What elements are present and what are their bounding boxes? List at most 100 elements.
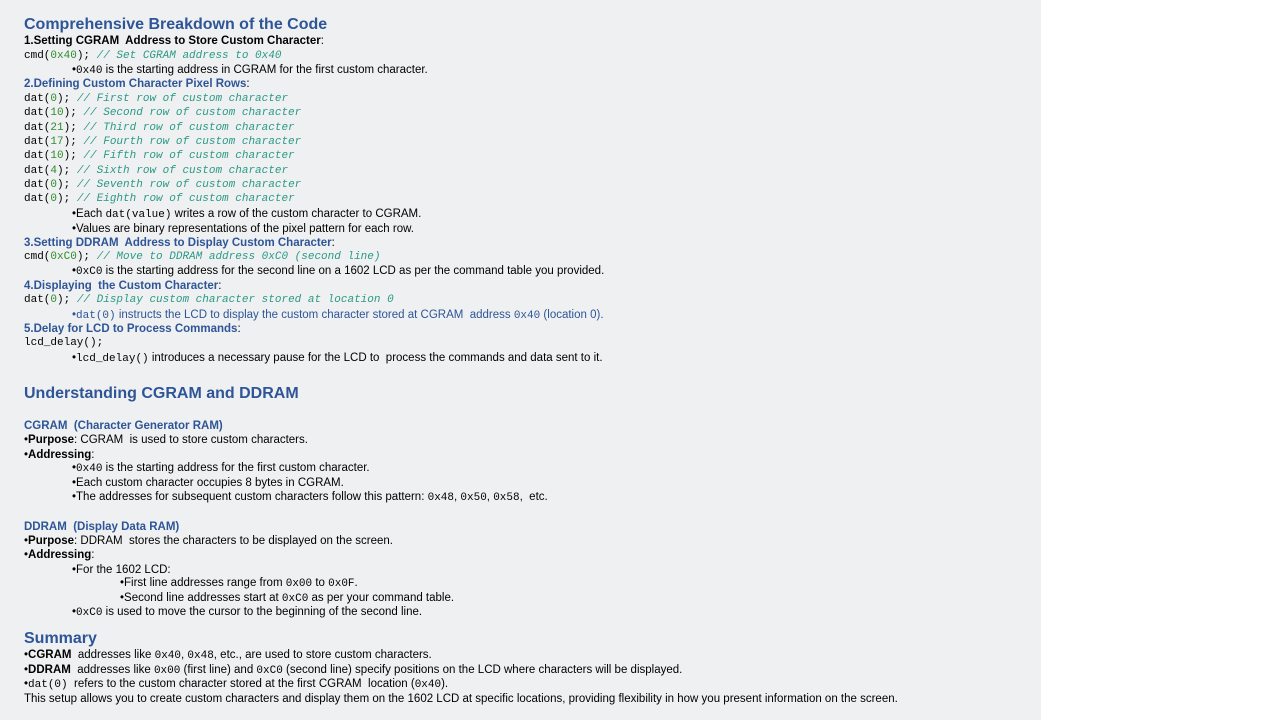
summary-line-cgram: •CGRAM addresses like 0x40, 0x48, etc., … (24, 648, 432, 663)
heading-breakdown: Comprehensive Breakdown of the Code (24, 16, 328, 33)
ddram-heading: DDRAM (Display Data RAM) (24, 521, 180, 533)
bullet-tail: . (354, 577, 358, 589)
section5-bullet: •lcd_delay() introduces a necessary paus… (72, 351, 603, 366)
addressing-label: Addressing (28, 449, 92, 461)
inline-code: 0x50 (460, 492, 487, 504)
code-comment: // Sixth row of custom character (76, 165, 289, 177)
code-end: ); (63, 136, 77, 148)
code-comment: // Eighth row of custom character (76, 193, 295, 205)
bullet-text-pre: •The addresses for subsequent custom cha… (72, 491, 428, 503)
inline-code: 0xC0 (76, 266, 103, 278)
summary-closing: This setup allows you to create custom c… (24, 693, 898, 705)
code-end: ); (63, 122, 77, 134)
section1-heading-text: 1.Setting CGRAM Address to Store Custom … (24, 35, 321, 47)
bullet-text: writes a row of the custom character to … (171, 208, 422, 220)
bullet-mid: to (312, 577, 329, 589)
code-end: ); (57, 294, 71, 306)
code-end: ); (76, 50, 91, 62)
code-fn: dat( (24, 150, 51, 162)
code-fn: dat( (24, 93, 51, 105)
code-fn: dat( (24, 122, 51, 134)
code-line-dat-row: dat(10); // Fifth row of custom characte… (24, 149, 295, 163)
code-fn: dat( (24, 294, 51, 306)
ddram-bullet-2: •0xC0 is used to move the cursor to the … (72, 605, 422, 620)
code-num: 10 (50, 150, 64, 162)
section1-colon: : (320, 35, 324, 47)
cgram-purpose: •Purpose: CGRAM is used to store custom … (24, 434, 308, 446)
section3-bullet: •0xC0 is the starting address for the se… (72, 264, 604, 279)
section3-heading: 3.Setting DDRAM Address to Display Custo… (24, 236, 335, 250)
addressing-colon: : (91, 549, 95, 561)
code-line-dat-row: dat(21); // Third row of custom characte… (24, 121, 295, 135)
code-num: 17 (50, 136, 64, 148)
heading-summary: Summary (24, 630, 97, 647)
purpose-label: Purpose (28, 535, 75, 547)
text-tail: ). (441, 678, 449, 690)
code-fn: dat( (24, 165, 51, 177)
section2-bullet-2: •Values are binary representations of th… (72, 223, 414, 235)
section5-heading-text: 5.Delay for LCD to Process Commands (24, 323, 238, 335)
text-pre: addresses like (70, 664, 154, 676)
section1-bullet: •0x40 is the starting address in CGRAM f… (72, 63, 428, 78)
code-line-dat-row: dat(17); // Fourth row of custom charact… (24, 135, 301, 149)
code-line-cmd-cgram: cmd(0x40); // Set CGRAM address to 0x40 (24, 49, 281, 63)
inline-code-2: 0x40 (513, 310, 541, 322)
code-end: ); (57, 165, 71, 177)
code-num: 0xC0 (50, 251, 77, 263)
code-num: 10 (50, 107, 64, 119)
bullet-text: is the starting address in CGRAM for the… (102, 64, 428, 76)
section4-heading: 4.Displaying the Custom Character: (24, 279, 221, 293)
inline-code: 0xC0 (281, 593, 309, 605)
bullet-text-pre: •First line addresses range from (120, 577, 286, 589)
code-end: ); (76, 251, 91, 263)
code-line-dat-display: dat(0); // Display custom character stor… (24, 293, 394, 307)
code-num: 0x40 (50, 50, 77, 62)
purpose-label: Purpose (28, 434, 75, 446)
inline-code: dat(0) (76, 310, 116, 322)
ddram-addressing: •Addressing: (24, 549, 95, 561)
code-fn: dat( (24, 193, 51, 205)
section3-heading-text: 3.Setting DDRAM Address to Display Custo… (24, 237, 332, 249)
code-line-cmd-ddram: cmd(0xC0); // Move to DDRAM address 0xC0… (24, 250, 380, 264)
heading-understanding: Understanding CGRAM and DDRAM (24, 385, 299, 402)
code-comment: // Second row of custom character (83, 107, 302, 119)
ddram-subbullet-1: •First line addresses range from 0x00 to… (120, 576, 358, 591)
bullet-text: introduces a necessary pause for the LCD… (148, 352, 603, 364)
code-comment: // First row of custom character (76, 93, 289, 105)
purpose-text: : DDRAM stores the characters to be disp… (74, 535, 394, 547)
code-fn: dat( (24, 136, 51, 148)
inline-code: lcd_delay() (76, 353, 149, 365)
addressing-label: Addressing (28, 549, 92, 561)
section4-colon: : (218, 280, 222, 292)
section2-heading-text: 2.Defining Custom Character Pixel Rows (24, 78, 247, 90)
addressing-colon: : (91, 449, 95, 461)
code-comment: // Fourth row of custom character (83, 136, 302, 148)
cgram-heading: CGRAM (Character Generator RAM) (24, 420, 223, 432)
inline-code: 0x40 (76, 65, 103, 77)
inline-code: 0xC0 (76, 607, 103, 619)
section3-colon: : (331, 237, 335, 249)
code-comment: // Move to DDRAM address 0xC0 (second li… (96, 251, 381, 263)
section1-heading: 1.Setting CGRAM Address to Store Custom … (24, 34, 324, 48)
text-pre: addresses like (71, 649, 155, 661)
inline-code: 0x40 (76, 463, 103, 475)
code-fn: cmd( (24, 251, 51, 263)
section2-heading: 2.Defining Custom Character Pixel Rows: (24, 77, 250, 91)
bullet-text: instructs the LCD to display the custom … (115, 309, 514, 321)
code-comment: // Fifth row of custom character (83, 150, 295, 162)
inline-code: 0x40 (154, 650, 181, 662)
cgram-bullet-2: •Each custom character occupies 8 bytes … (72, 477, 344, 489)
inline-code: 0x58 (493, 492, 520, 504)
text-mid: (first line) and (180, 664, 257, 676)
summary-line-ddram: •DDRAM addresses like 0x00 (first line) … (24, 663, 682, 678)
code-line-dat-row: dat(10); // Second row of custom charact… (24, 106, 301, 120)
inline-code: 0xC0 (256, 665, 283, 677)
code-comment: // Display custom character stored at lo… (76, 294, 394, 306)
inline-code: 0x00 (285, 578, 313, 590)
section4-heading-text: 4.Displaying the Custom Character (24, 280, 219, 292)
code-line-dat-row: dat(0); // Eighth row of custom characte… (24, 192, 295, 206)
bullet-text: is the starting address for the first cu… (102, 462, 370, 474)
section5-heading: 5.Delay for LCD to Process Commands: (24, 322, 241, 336)
code-fn: cmd( (24, 50, 51, 62)
cgram-bullet-1: •0x40 is the starting address for the fi… (72, 461, 370, 476)
